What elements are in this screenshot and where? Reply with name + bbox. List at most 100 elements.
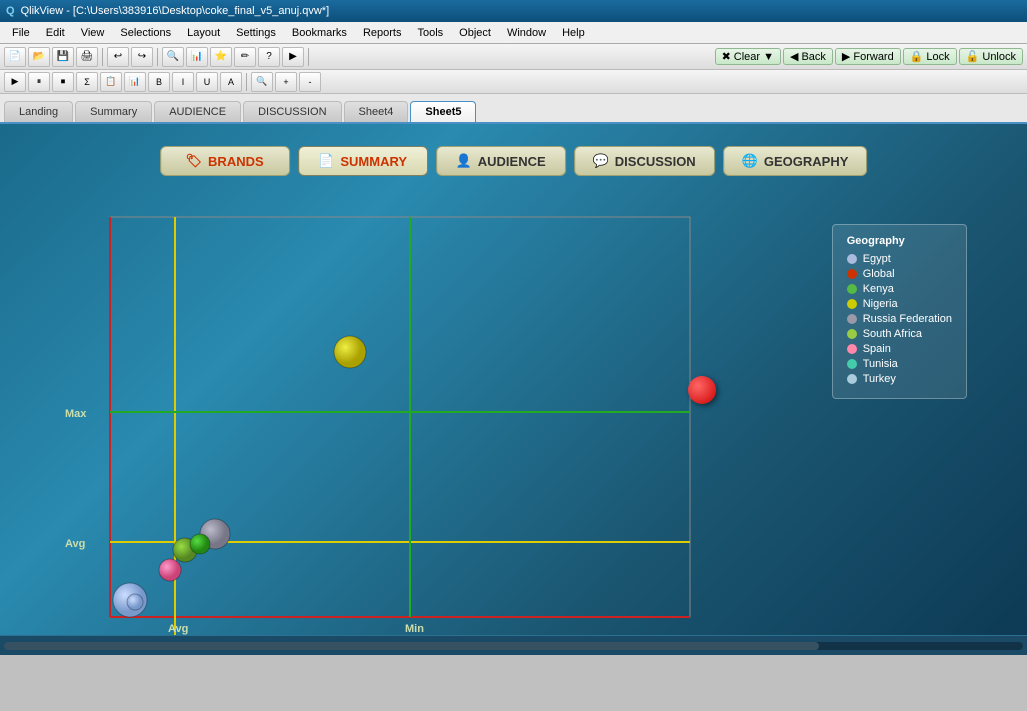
turkey-dot (847, 374, 857, 384)
save-btn[interactable]: 💾 (52, 47, 74, 67)
menu-reports[interactable]: Reports (355, 25, 410, 41)
nav-audience-btn[interactable]: 👤 AUDIENCE (436, 146, 566, 176)
discussion-icon: 💬 (593, 153, 609, 169)
unlock-icon: 🔓 (966, 50, 980, 63)
scatter-plot: Max Avg Avg Min (50, 212, 750, 635)
menu-help[interactable]: Help (554, 25, 593, 41)
menu-bookmarks[interactable]: Bookmarks (284, 25, 355, 41)
svg-text:Max: Max (65, 408, 87, 420)
tb2-btn7[interactable]: B (148, 72, 170, 92)
turkey-label: Turkey (863, 373, 896, 385)
nav-brands-btn[interactable]: 🏷 BRANDS (160, 146, 290, 176)
new-btn[interactable]: 📄 (4, 47, 26, 67)
nav-summary-btn[interactable]: 📄 SUMMARY (298, 146, 428, 176)
clear-label: Clear (734, 51, 760, 63)
forward-btn[interactable]: ▶ Forward (835, 48, 901, 65)
tb2-btn13[interactable]: - (299, 72, 321, 92)
menu-view[interactable]: View (73, 25, 113, 41)
egypt-dot (847, 254, 857, 264)
forward-icon: ▶ (842, 50, 850, 63)
tb2-btn11[interactable]: 🔍 (251, 72, 273, 92)
menu-window[interactable]: Window (499, 25, 554, 41)
redo-btn[interactable]: ↪ (131, 47, 153, 67)
tab-audience[interactable]: AUDIENCE (154, 101, 241, 122)
top-navigation: 🏷 BRANDS 📄 SUMMARY 👤 AUDIENCE 💬 DISCUSSI… (160, 146, 868, 176)
brands-label: BRANDS (208, 154, 264, 169)
legend-kenya: Kenya (847, 283, 952, 295)
scrollbar-area[interactable] (0, 635, 1027, 655)
global-label: Global (863, 268, 895, 280)
legend-title: Geography (847, 235, 952, 247)
tab-summary[interactable]: Summary (75, 101, 152, 122)
sep1 (102, 48, 103, 66)
forward-label: Forward (853, 51, 893, 63)
undo-btn[interactable]: ↩ (107, 47, 129, 67)
brands-icon: 🏷 (186, 153, 203, 169)
tb2-btn12[interactable]: + (275, 72, 297, 92)
tab-discussion[interactable]: DISCUSSION (243, 101, 341, 122)
discussion-label: DISCUSSION (615, 154, 696, 169)
unlock-btn[interactable]: 🔓 Unlock (959, 48, 1023, 65)
menu-tools[interactable]: Tools (409, 25, 451, 41)
tab-sheet5[interactable]: Sheet5 (410, 101, 476, 122)
star-btn[interactable]: ⭐ (210, 47, 232, 67)
back-btn[interactable]: ◀ Back (783, 48, 833, 65)
tb2-btn10[interactable]: A (220, 72, 242, 92)
tunisia-dot (847, 359, 857, 369)
nav-geography-btn[interactable]: 🌐 GEOGRAPHY (723, 146, 868, 176)
lock-label: Lock (926, 51, 949, 63)
tb2-btn1[interactable]: ▶ (4, 72, 26, 92)
search-btn[interactable]: 🔍 (162, 47, 184, 67)
print-btn[interactable]: 🖨 (76, 47, 98, 67)
legend-russia: Russia Federation (847, 313, 952, 325)
edit2-btn[interactable]: ✏ (234, 47, 256, 67)
summary-icon: 📄 (318, 153, 334, 169)
menu-edit[interactable]: Edit (38, 25, 73, 41)
help-btn[interactable]: ? (258, 47, 280, 67)
lock-btn[interactable]: 🔒 Lock (903, 48, 957, 65)
tb2-btn5[interactable]: 📋 (100, 72, 122, 92)
legend-egypt: Egypt (847, 253, 952, 265)
summary-label: SUMMARY (340, 154, 407, 169)
russia-dot (847, 314, 857, 324)
tab-landing[interactable]: Landing (4, 101, 73, 122)
menu-object[interactable]: Object (451, 25, 499, 41)
menu-settings[interactable]: Settings (228, 25, 284, 41)
clear-btn[interactable]: ✖ Clear ▼ (715, 48, 781, 65)
nav-discussion-btn[interactable]: 💬 DISCUSSION (574, 146, 715, 176)
unlock-label: Unlock (982, 51, 1016, 63)
back-label: Back (801, 51, 825, 63)
tb2-btn3[interactable]: ⏹ (52, 72, 74, 92)
lock-icon: 🔒 (910, 50, 924, 63)
svg-text:Avg: Avg (168, 623, 188, 635)
southafrica-label: South Africa (863, 328, 922, 340)
tab-sheet4[interactable]: Sheet4 (344, 101, 409, 122)
menu-selections[interactable]: Selections (112, 25, 179, 41)
legend-tunisia: Tunisia (847, 358, 952, 370)
audience-icon: 👤 (456, 153, 472, 169)
open-btn[interactable]: 📂 (28, 47, 50, 67)
egypt-label: Egypt (863, 253, 891, 265)
global-bubble[interactable] (688, 376, 716, 404)
arrow-btn[interactable]: ▶ (282, 47, 304, 67)
tb2-btn6[interactable]: 📊 (124, 72, 146, 92)
tb2-btn2[interactable]: ⏸ (28, 72, 50, 92)
tb2-btn9[interactable]: U (196, 72, 218, 92)
geography-icon: 🌐 (742, 153, 758, 169)
titlebar-text: QlikView - [C:\Users\383916\Desktop\coke… (21, 5, 330, 17)
menu-layout[interactable]: Layout (179, 25, 228, 41)
menu-file[interactable]: File (4, 25, 38, 41)
nigeria-dot (847, 299, 857, 309)
chart-btn[interactable]: 📊 (186, 47, 208, 67)
menubar: File Edit View Selections Layout Setting… (0, 22, 1027, 44)
svg-text:Avg: Avg (65, 538, 85, 550)
back-icon: ◀ (790, 50, 798, 63)
tb2-btn8[interactable]: I (172, 72, 194, 92)
sep3 (308, 48, 309, 66)
titlebar: Q QlikView - [C:\Users\383916\Desktop\co… (0, 0, 1027, 22)
legend-spain: Spain (847, 343, 952, 355)
tb2-btn4[interactable]: Σ (76, 72, 98, 92)
kenya-label: Kenya (863, 283, 894, 295)
clear-icon: ✖ (722, 50, 731, 63)
legend-turkey: Turkey (847, 373, 952, 385)
